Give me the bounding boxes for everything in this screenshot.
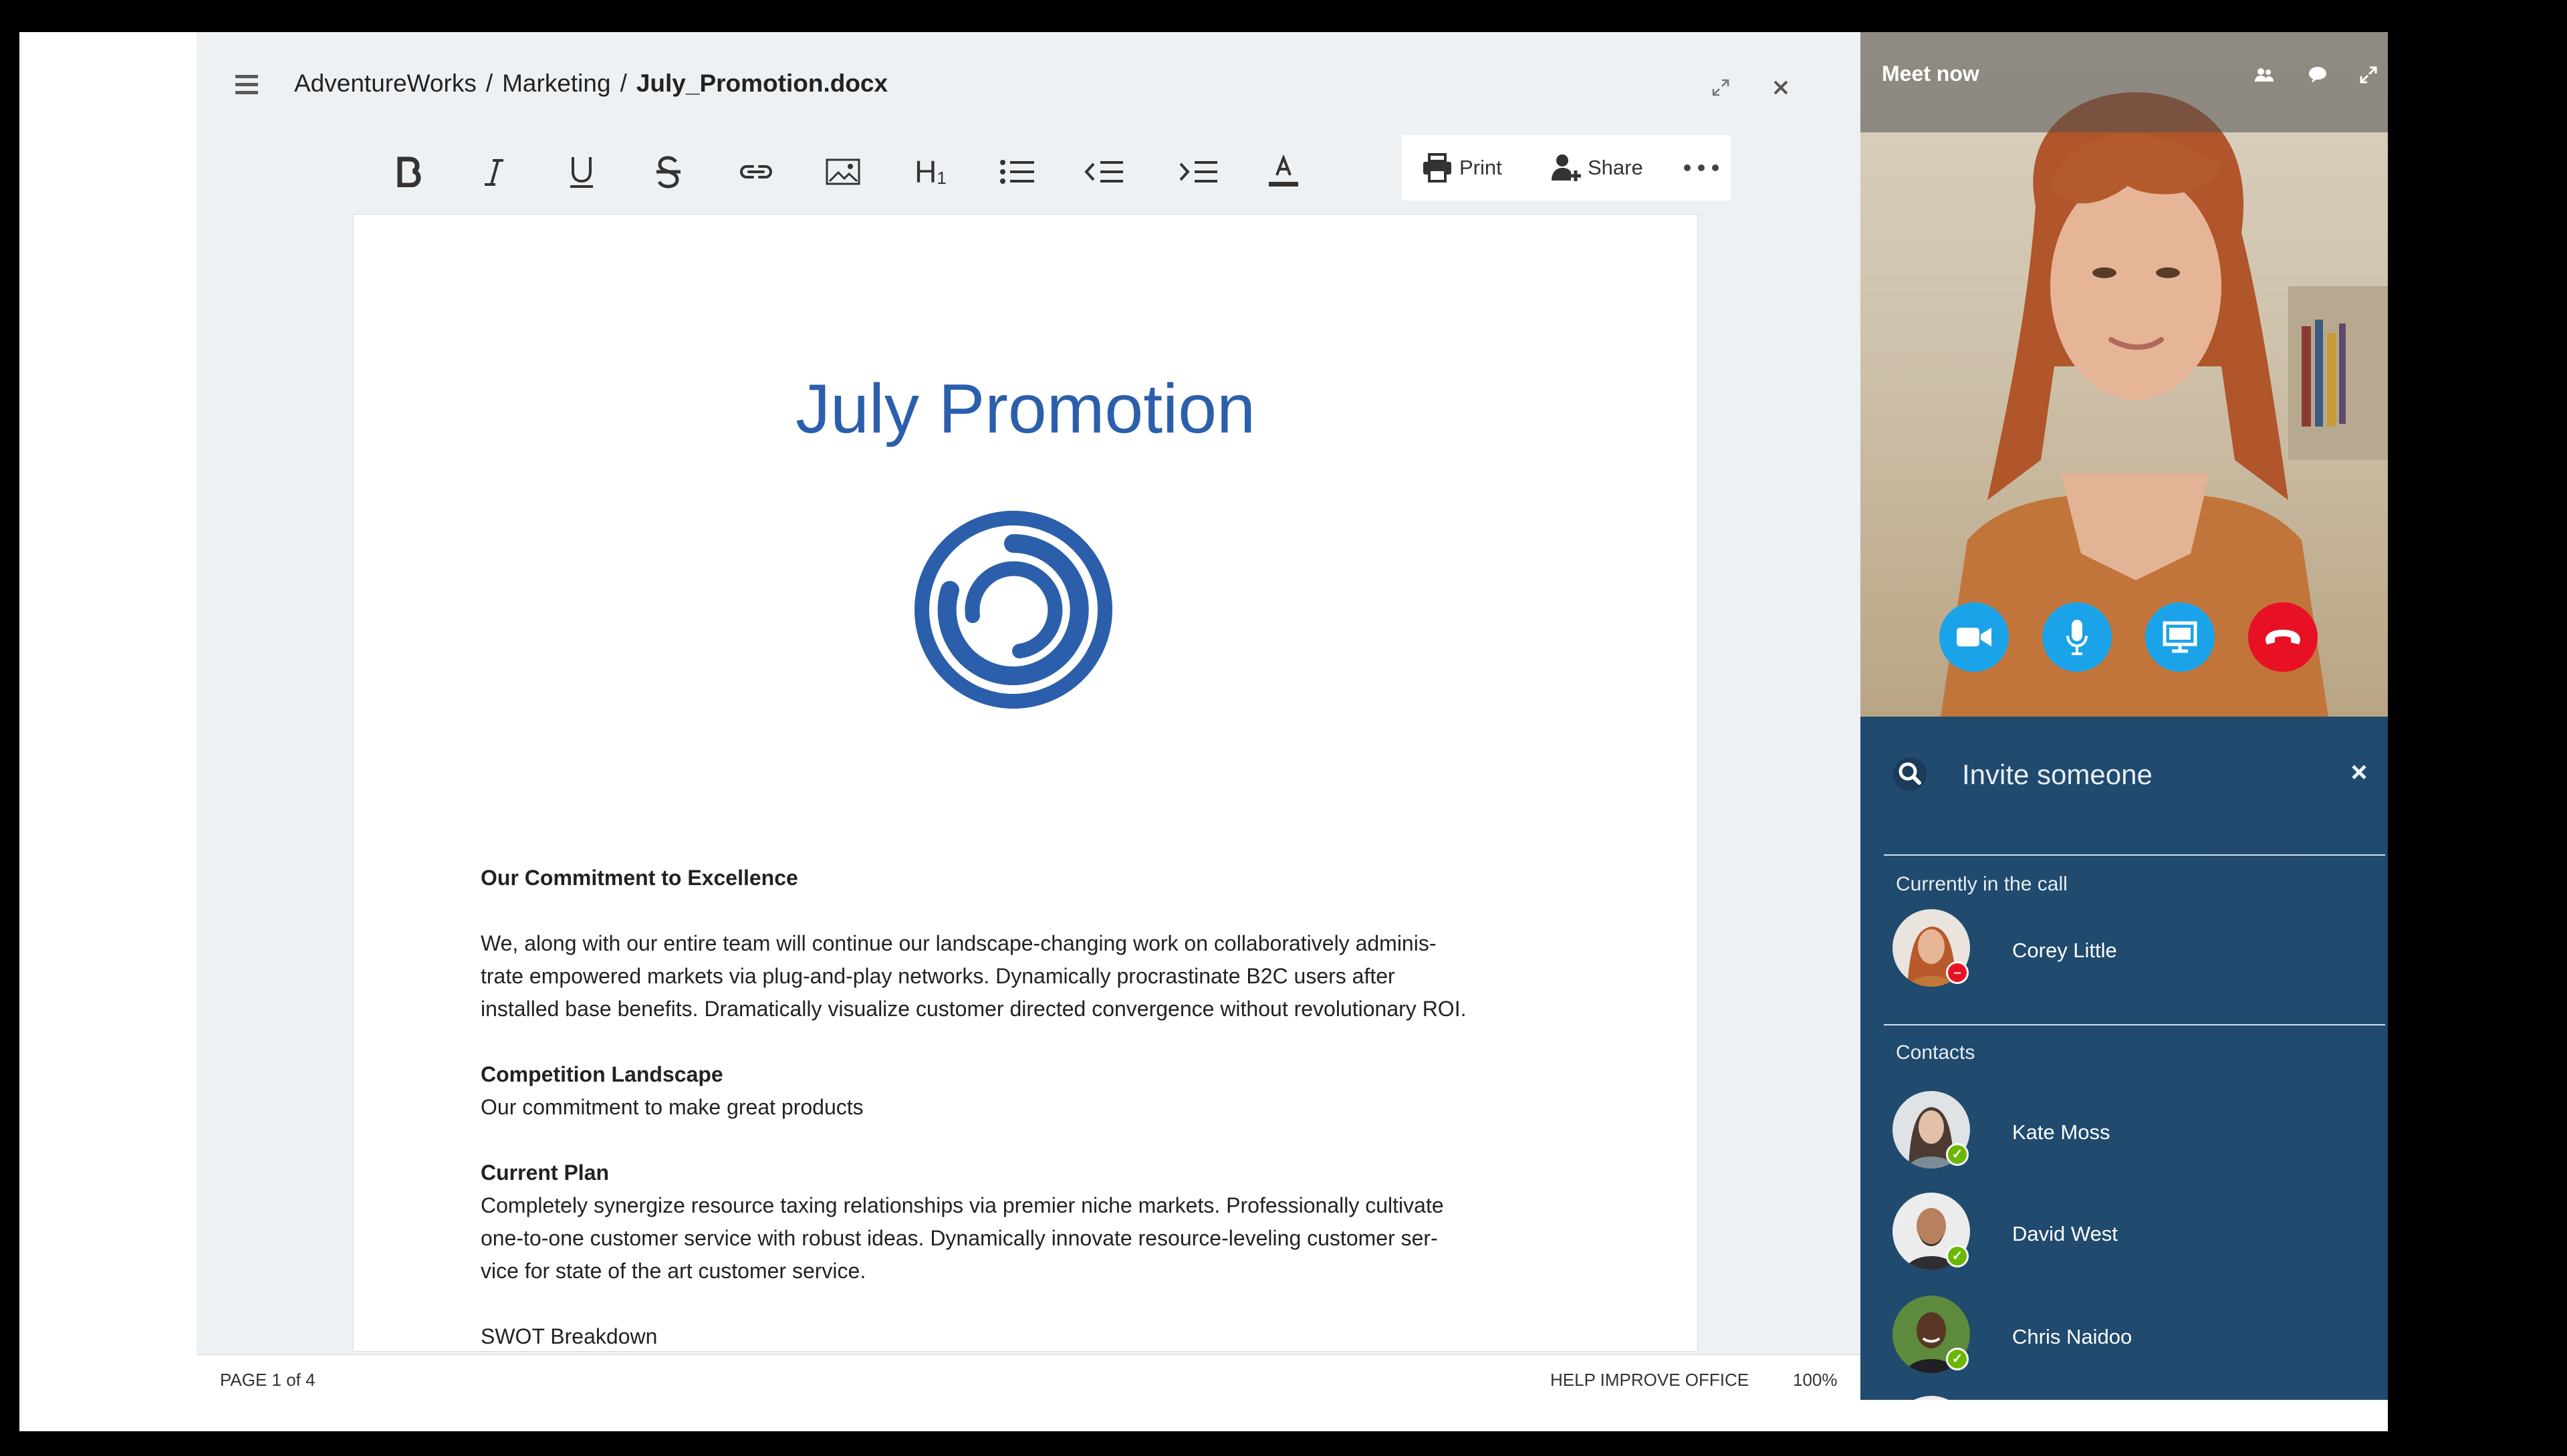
presence-available-icon: ✓ bbox=[1946, 1143, 1969, 1166]
hang-up-icon[interactable] bbox=[2248, 602, 2318, 672]
invite-search-input[interactable] bbox=[1961, 755, 2298, 794]
participant-item[interactable]: – Corey Little bbox=[1892, 909, 2374, 988]
paragraph-line[interactable]: Completely synergize resource taxing rel… bbox=[481, 1189, 1577, 1222]
expand-icon[interactable] bbox=[1711, 78, 1731, 98]
microphone-icon[interactable] bbox=[2042, 602, 2112, 672]
contact-item[interactable] bbox=[1892, 1396, 2374, 1400]
chat-icon[interactable] bbox=[2304, 62, 2331, 88]
link-icon[interactable] bbox=[731, 147, 781, 197]
paragraph-line[interactable]: We, along with our entire team will cont… bbox=[481, 927, 1577, 960]
contact-name: Kate Moss bbox=[2012, 1120, 2110, 1144]
font-color-icon[interactable] bbox=[1259, 147, 1308, 197]
video-camera-icon[interactable] bbox=[1939, 602, 2009, 672]
company-logo bbox=[914, 511, 1112, 709]
document-editor: AdventureWorks / Marketing / July_Promotion.… bbox=[197, 32, 1860, 1401]
paragraph-line[interactable]: Our commitment to make great products bbox=[481, 1091, 1577, 1124]
share-label: Share bbox=[1588, 156, 1643, 179]
people-icon[interactable] bbox=[2251, 62, 2278, 88]
more-options-button[interactable] bbox=[1684, 156, 1719, 179]
breadcrumb-separator: / bbox=[620, 70, 627, 97]
breadcrumb-folder[interactable]: Marketing bbox=[502, 70, 610, 97]
underline-button[interactable] bbox=[557, 147, 606, 197]
paragraph-line[interactable]: one-to-one customer service with robust … bbox=[481, 1222, 1577, 1255]
participant-name: Corey Little bbox=[2012, 939, 2117, 962]
screen-share-icon[interactable] bbox=[2145, 602, 2215, 672]
help-improve-link[interactable]: HELP IMPROVE OFFICE bbox=[1550, 1370, 1749, 1390]
search-icon[interactable] bbox=[1892, 757, 1927, 792]
app-frame: AdventureWorks / Marketing / July_Promotion.… bbox=[19, 32, 2388, 1431]
contact-item[interactable]: ✓ Chris Naidoo bbox=[1892, 1296, 2374, 1374]
section-heading[interactable]: Our Commitment to Excellence bbox=[481, 862, 1577, 894]
increase-indent-icon[interactable] bbox=[1174, 147, 1223, 197]
heading-level: 1 bbox=[937, 167, 947, 188]
document-actions: Print Share bbox=[1402, 135, 1731, 201]
bullet-list-icon[interactable] bbox=[993, 147, 1042, 197]
italic-button[interactable] bbox=[469, 147, 519, 197]
breadcrumb: AdventureWorks / Marketing / July_Promotion.… bbox=[294, 70, 888, 98]
print-button[interactable]: Print bbox=[1422, 150, 1502, 186]
insert-image-icon[interactable] bbox=[818, 147, 868, 197]
bold-button[interactable] bbox=[383, 147, 433, 197]
contact-item[interactable]: ✓ David West bbox=[1892, 1193, 2374, 1271]
fullscreen-icon[interactable] bbox=[2355, 62, 2382, 88]
meeting-panel: Meet now Invite someone Currently in the… bbox=[1860, 32, 2388, 1400]
heading-button[interactable]: H1 bbox=[906, 147, 955, 197]
meeting-title: Meet now bbox=[1882, 62, 1979, 86]
document-page[interactable]: July Promotion Our Commitment to Excelle… bbox=[353, 214, 1698, 1352]
divider bbox=[1884, 1024, 2385, 1025]
strikethrough-button[interactable] bbox=[644, 147, 693, 197]
divider bbox=[1884, 854, 2385, 856]
printer-icon bbox=[1423, 153, 1451, 183]
contact-name: Chris Naidoo bbox=[2012, 1325, 2132, 1348]
hamburger-menu-button[interactable] bbox=[235, 75, 258, 95]
presence-available-icon: ✓ bbox=[1946, 1245, 1969, 1267]
close-icon[interactable] bbox=[2350, 759, 2368, 786]
status-bar: PAGE 1 of 4 HELP IMPROVE OFFICE 100% bbox=[197, 1354, 1860, 1401]
section-heading[interactable]: Competition Landscape bbox=[481, 1058, 1577, 1091]
breadcrumb-root[interactable]: AdventureWorks bbox=[294, 70, 477, 97]
contact-item[interactable]: ✓ Kate Moss bbox=[1892, 1091, 2374, 1170]
section-heading[interactable]: Current Plan bbox=[481, 1157, 1577, 1189]
contact-name: David West bbox=[2012, 1222, 2118, 1245]
paragraph-line[interactable]: vice for state of the art customer servi… bbox=[481, 1255, 1577, 1288]
print-label: Print bbox=[1459, 156, 1502, 179]
paragraph-line[interactable]: SWOT Breakdown bbox=[481, 1320, 1577, 1353]
heading-label: H bbox=[914, 154, 937, 189]
contacts-heading: Contacts bbox=[1896, 1042, 1975, 1064]
close-icon[interactable] bbox=[1769, 76, 1792, 99]
zoom-level[interactable]: 100% bbox=[1793, 1370, 1838, 1390]
decrease-indent-icon[interactable] bbox=[1080, 147, 1129, 197]
paragraph-line[interactable]: trate empowered markets via plug-and-pla… bbox=[481, 960, 1577, 993]
meeting-header: Meet now bbox=[1860, 32, 2388, 132]
video-feed: Meet now bbox=[1860, 32, 2388, 717]
presence-busy-icon: – bbox=[1946, 961, 1969, 984]
page-indicator: PAGE 1 of 4 bbox=[220, 1370, 316, 1390]
avatar bbox=[1892, 1396, 1970, 1400]
invite-panel: Currently in the call – Corey Little Con… bbox=[1860, 717, 2388, 1400]
document-title[interactable]: July Promotion bbox=[354, 370, 1697, 449]
breadcrumb-separator: / bbox=[485, 70, 493, 97]
share-button[interactable]: Share bbox=[1550, 150, 1643, 186]
in-call-heading: Currently in the call bbox=[1896, 873, 2068, 895]
breadcrumb-file: July_Promotion.docx bbox=[636, 70, 888, 97]
paragraph-line[interactable]: installed base benefits. Dramatically vi… bbox=[481, 993, 1577, 1025]
share-person-icon bbox=[1552, 154, 1581, 181]
presence-available-icon: ✓ bbox=[1946, 1348, 1969, 1370]
